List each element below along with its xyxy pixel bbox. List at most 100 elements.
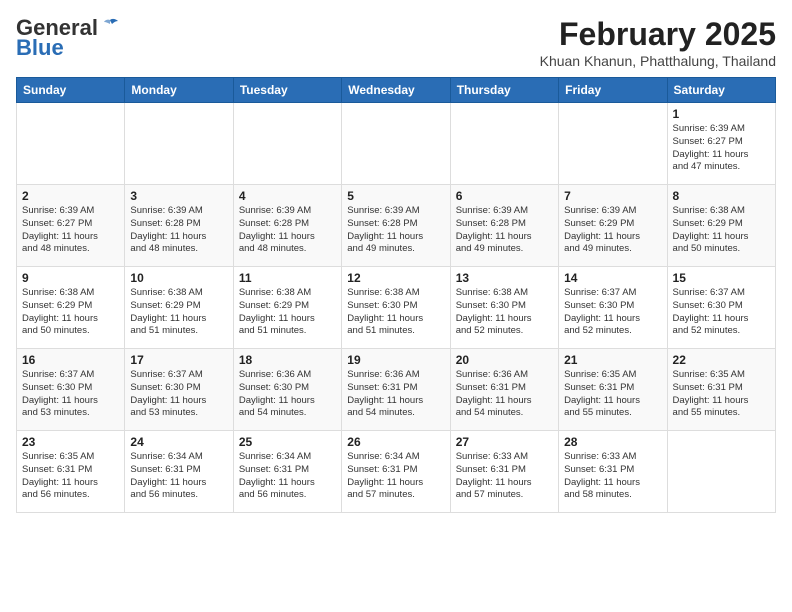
calendar-cell: 10 Sunrise: 6:38 AM Sunset: 6:29 PM Dayli… [125,267,233,349]
day-info: Sunrise: 6:38 AM Sunset: 6:29 PM Dayligh… [673,205,770,256]
day-info: Sunrise: 6:37 AM Sunset: 6:30 PM Dayligh… [130,369,227,420]
calendar-cell: 17 Sunrise: 6:37 AM Sunset: 6:30 PM Dayli… [125,349,233,431]
calendar-cell: 18 Sunrise: 6:36 AM Sunset: 6:30 PM Dayli… [233,349,341,431]
day-number: 14 [564,271,661,285]
page-header: General Blue February 2025 Khuan Khanun,… [16,16,776,69]
col-header-saturday: Saturday [667,78,775,103]
day-number: 20 [456,353,553,367]
col-header-thursday: Thursday [450,78,558,103]
calendar-cell: 11 Sunrise: 6:38 AM Sunset: 6:29 PM Dayli… [233,267,341,349]
day-number: 10 [130,271,227,285]
day-info: Sunrise: 6:34 AM Sunset: 6:31 PM Dayligh… [239,451,336,502]
calendar-cell: 6 Sunrise: 6:39 AM Sunset: 6:28 PM Daylig… [450,185,558,267]
day-info: Sunrise: 6:39 AM Sunset: 6:29 PM Dayligh… [564,205,661,256]
day-info: Sunrise: 6:38 AM Sunset: 6:29 PM Dayligh… [22,287,119,338]
day-number: 19 [347,353,444,367]
title-block: February 2025 Khuan Khanun, Phatthalung,… [540,16,776,69]
calendar-header-row: SundayMondayTuesdayWednesdayThursdayFrid… [17,78,776,103]
day-info: Sunrise: 6:39 AM Sunset: 6:28 PM Dayligh… [456,205,553,256]
day-info: Sunrise: 6:39 AM Sunset: 6:27 PM Dayligh… [22,205,119,256]
day-number: 5 [347,189,444,203]
day-info: Sunrise: 6:33 AM Sunset: 6:31 PM Dayligh… [456,451,553,502]
calendar-cell [667,431,775,513]
calendar-cell [559,103,667,185]
calendar-cell: 23 Sunrise: 6:35 AM Sunset: 6:31 PM Dayli… [17,431,125,513]
calendar-cell: 21Sunrise: 6:35 AM Sunset: 6:31 PM Dayli… [559,349,667,431]
week-row-3: 9 Sunrise: 6:38 AM Sunset: 6:29 PM Daylig… [17,267,776,349]
col-header-sunday: Sunday [17,78,125,103]
day-number: 27 [456,435,553,449]
day-number: 6 [456,189,553,203]
day-info: Sunrise: 6:38 AM Sunset: 6:30 PM Dayligh… [456,287,553,338]
day-number: 11 [239,271,336,285]
calendar-cell: 14Sunrise: 6:37 AM Sunset: 6:30 PM Dayli… [559,267,667,349]
week-row-1: 1 Sunrise: 6:39 AM Sunset: 6:27 PM Daylig… [17,103,776,185]
day-number: 1 [673,107,770,121]
day-number: 13 [456,271,553,285]
day-number: 4 [239,189,336,203]
calendar-cell: 1 Sunrise: 6:39 AM Sunset: 6:27 PM Daylig… [667,103,775,185]
day-info: Sunrise: 6:37 AM Sunset: 6:30 PM Dayligh… [22,369,119,420]
day-number: 26 [347,435,444,449]
month-year-title: February 2025 [540,16,776,53]
calendar-cell [233,103,341,185]
calendar-cell: 22Sunrise: 6:35 AM Sunset: 6:31 PM Dayli… [667,349,775,431]
location-subtitle: Khuan Khanun, Phatthalung, Thailand [540,53,776,69]
day-info: Sunrise: 6:34 AM Sunset: 6:31 PM Dayligh… [347,451,444,502]
calendar-cell: 26 Sunrise: 6:34 AM Sunset: 6:31 PM Dayli… [342,431,450,513]
calendar-cell: 12Sunrise: 6:38 AM Sunset: 6:30 PM Dayli… [342,267,450,349]
day-info: Sunrise: 6:33 AM Sunset: 6:31 PM Dayligh… [564,451,661,502]
col-header-monday: Monday [125,78,233,103]
calendar-cell: 25Sunrise: 6:34 AM Sunset: 6:31 PM Dayli… [233,431,341,513]
day-info: Sunrise: 6:36 AM Sunset: 6:31 PM Dayligh… [347,369,444,420]
day-info: Sunrise: 6:38 AM Sunset: 6:30 PM Dayligh… [347,287,444,338]
day-info: Sunrise: 6:36 AM Sunset: 6:31 PM Dayligh… [456,369,553,420]
calendar-cell: 16 Sunrise: 6:37 AM Sunset: 6:30 PM Dayli… [17,349,125,431]
logo-blue: Blue [16,36,64,60]
day-info: Sunrise: 6:39 AM Sunset: 6:27 PM Dayligh… [673,123,770,174]
calendar-cell [450,103,558,185]
calendar-cell: 5 Sunrise: 6:39 AM Sunset: 6:28 PM Daylig… [342,185,450,267]
day-info: Sunrise: 6:38 AM Sunset: 6:29 PM Dayligh… [130,287,227,338]
day-number: 2 [22,189,119,203]
day-number: 7 [564,189,661,203]
calendar-cell: 28 Sunrise: 6:33 AM Sunset: 6:31 PM Dayli… [559,431,667,513]
logo: General Blue [16,16,120,60]
calendar-cell: 4 Sunrise: 6:39 AM Sunset: 6:28 PM Daylig… [233,185,341,267]
week-row-5: 23 Sunrise: 6:35 AM Sunset: 6:31 PM Dayli… [17,431,776,513]
calendar-cell: 3 Sunrise: 6:39 AM Sunset: 6:28 PM Daylig… [125,185,233,267]
calendar-cell: 13 Sunrise: 6:38 AM Sunset: 6:30 PM Dayli… [450,267,558,349]
calendar-cell: 24 Sunrise: 6:34 AM Sunset: 6:31 PM Dayli… [125,431,233,513]
day-number: 8 [673,189,770,203]
day-number: 24 [130,435,227,449]
day-number: 18 [239,353,336,367]
calendar-cell: 2 Sunrise: 6:39 AM Sunset: 6:27 PM Daylig… [17,185,125,267]
day-info: Sunrise: 6:34 AM Sunset: 6:31 PM Dayligh… [130,451,227,502]
calendar-cell: 15Sunrise: 6:37 AM Sunset: 6:30 PM Dayli… [667,267,775,349]
day-info: Sunrise: 6:39 AM Sunset: 6:28 PM Dayligh… [347,205,444,256]
calendar-cell [342,103,450,185]
calendar-cell [17,103,125,185]
day-info: Sunrise: 6:35 AM Sunset: 6:31 PM Dayligh… [22,451,119,502]
day-number: 17 [130,353,227,367]
calendar-cell: 9 Sunrise: 6:38 AM Sunset: 6:29 PM Daylig… [17,267,125,349]
day-info: Sunrise: 6:39 AM Sunset: 6:28 PM Dayligh… [130,205,227,256]
calendar-cell: 19 Sunrise: 6:36 AM Sunset: 6:31 PM Dayli… [342,349,450,431]
col-header-tuesday: Tuesday [233,78,341,103]
day-info: Sunrise: 6:38 AM Sunset: 6:29 PM Dayligh… [239,287,336,338]
day-number: 3 [130,189,227,203]
day-number: 23 [22,435,119,449]
day-number: 22 [673,353,770,367]
day-info: Sunrise: 6:37 AM Sunset: 6:30 PM Dayligh… [673,287,770,338]
calendar-cell: 20 Sunrise: 6:36 AM Sunset: 6:31 PM Dayli… [450,349,558,431]
week-row-4: 16 Sunrise: 6:37 AM Sunset: 6:30 PM Dayli… [17,349,776,431]
day-number: 9 [22,271,119,285]
day-number: 28 [564,435,661,449]
col-header-friday: Friday [559,78,667,103]
day-info: Sunrise: 6:36 AM Sunset: 6:30 PM Dayligh… [239,369,336,420]
day-info: Sunrise: 6:39 AM Sunset: 6:28 PM Dayligh… [239,205,336,256]
day-number: 16 [22,353,119,367]
calendar-cell: 8 Sunrise: 6:38 AM Sunset: 6:29 PM Daylig… [667,185,775,267]
logo-bird-icon [100,18,120,34]
calendar-cell: 27 Sunrise: 6:33 AM Sunset: 6:31 PM Dayli… [450,431,558,513]
